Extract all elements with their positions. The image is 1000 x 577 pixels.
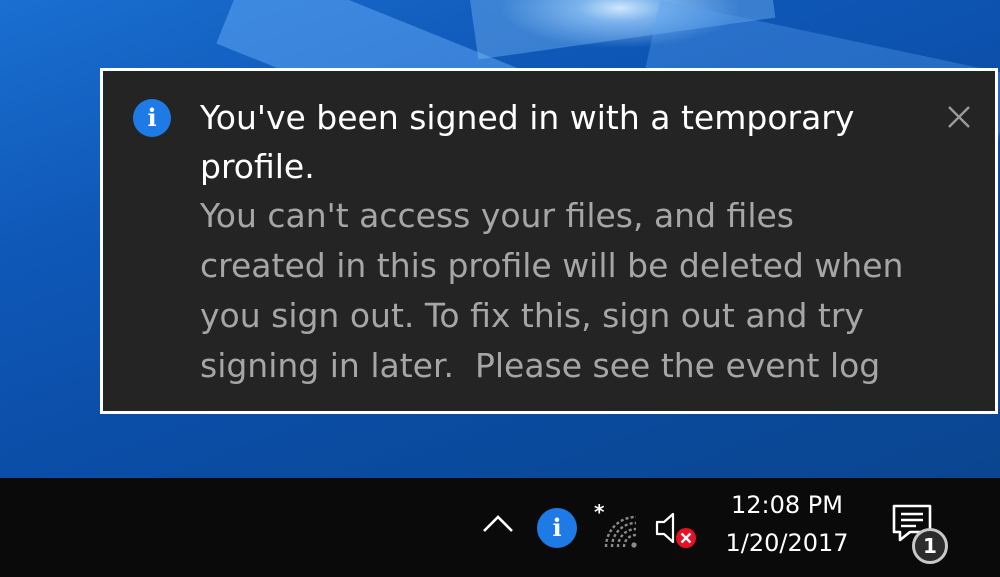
info-icon: i	[133, 99, 171, 137]
volume-button[interactable]	[654, 508, 704, 554]
clock-date: 1/20/2017	[725, 529, 849, 557]
notification-title: You've been signed in with a temporary p…	[200, 98, 855, 186]
clock-time: 12:08 PM	[731, 491, 843, 519]
network-button[interactable]: *	[592, 500, 640, 551]
wifi-icon: *	[594, 500, 637, 548]
taskbar: i * 12:08 PM 1/20/2017 1	[0, 478, 1000, 577]
notification-count-badge: 1	[912, 528, 948, 564]
close-button[interactable]	[939, 97, 979, 137]
notification-body: You can't access your files, and files c…	[200, 196, 904, 385]
info-tray-icon[interactable]: i	[537, 508, 577, 548]
svg-text:*: *	[594, 503, 605, 524]
show-hidden-icons-button[interactable]	[478, 503, 518, 543]
chevron-up-icon	[483, 515, 513, 532]
action-center-button[interactable]: 1	[888, 502, 964, 568]
volume-muted-icon	[655, 512, 696, 548]
close-icon	[948, 106, 970, 128]
notification-toast[interactable]: i You've been signed in with a temporary…	[100, 68, 998, 414]
taskbar-clock[interactable]: 12:08 PM 1/20/2017	[712, 486, 862, 562]
